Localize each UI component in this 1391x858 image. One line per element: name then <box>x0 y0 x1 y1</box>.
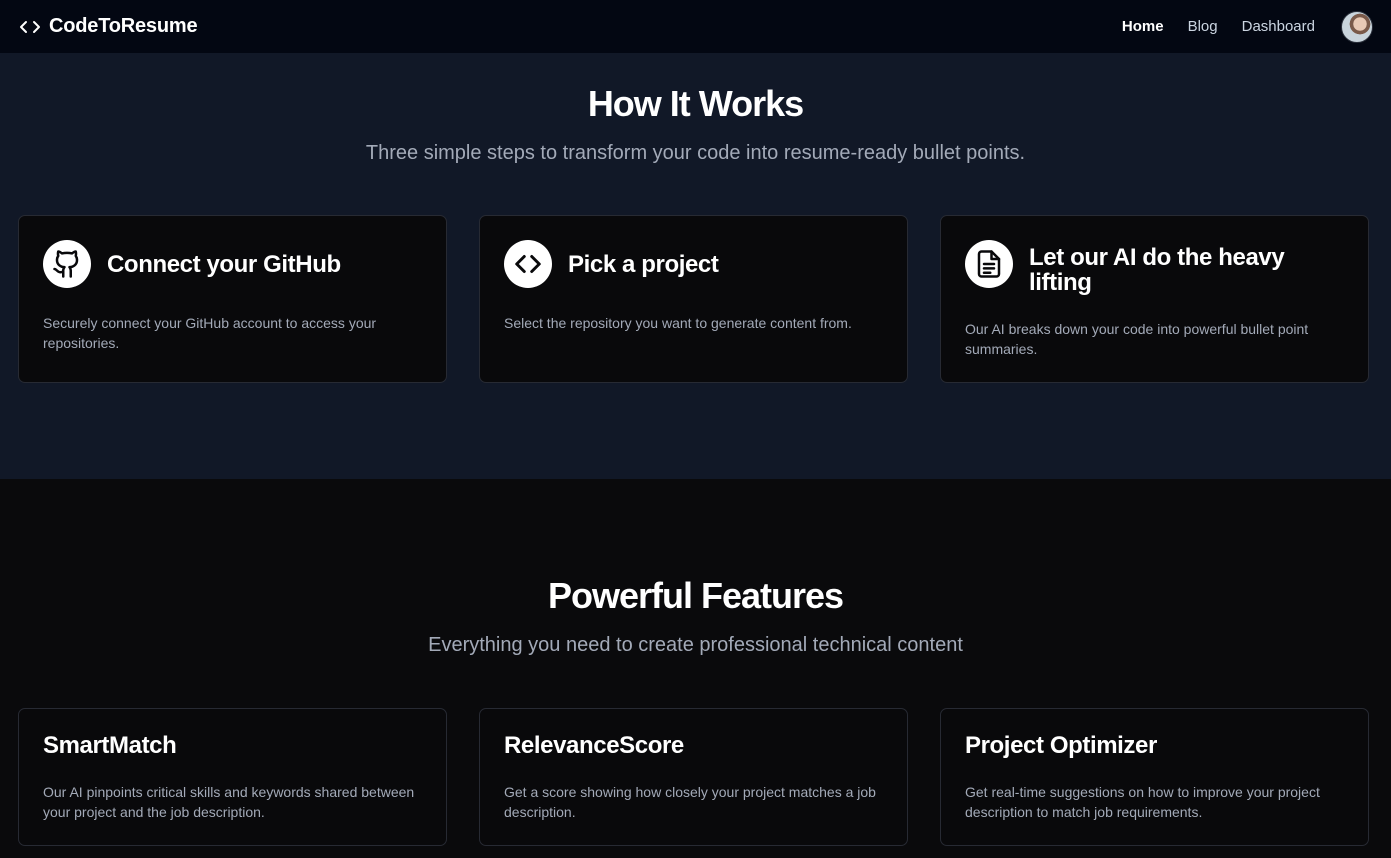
step-card-ai-heavy-lifting: Let our AI do the heavy lifting Our AI b… <box>940 215 1369 383</box>
document-icon <box>965 240 1013 288</box>
feature-title-project-optimizer: Project Optimizer <box>965 732 1157 759</box>
feature-card-relevancescore: RelevanceScore Get a score showing how c… <box>479 708 908 846</box>
nav-link-home[interactable]: Home <box>1122 18 1164 35</box>
feature-title-relevancescore: RelevanceScore <box>504 732 684 759</box>
main-nav: Home Blog Dashboard <box>1122 10 1373 43</box>
step-title-pick-project: Pick a project <box>568 251 719 278</box>
features-title: Powerful Features <box>547 575 844 616</box>
how-it-works-section: How It Works Three simple steps to trans… <box>0 53 1391 479</box>
how-it-works-title: How It Works <box>587 83 804 124</box>
step-title-ai-heavy-lifting: Let our AI do the heavy lifting <box>1029 244 1285 296</box>
step-description-ai-heavy-lifting: Our AI breaks down your code into powerf… <box>965 321 1309 357</box>
feature-description-project-optimizer: Get real-time suggestions on how to impr… <box>965 784 1320 820</box>
code-brackets-icon <box>19 19 41 35</box>
nav-link-blog[interactable]: Blog <box>1188 18 1218 35</box>
step-title-connect-github: Connect your GitHub <box>107 251 341 278</box>
features-subtitle: Everything you need to create profession… <box>428 634 963 656</box>
feature-card-smartmatch: SmartMatch Our AI pinpoints critical ski… <box>18 708 447 846</box>
step-description-connect-github: Securely connect your GitHub account to … <box>43 315 377 351</box>
feature-title-smartmatch: SmartMatch <box>43 732 177 759</box>
step-card-connect-github: Connect your GitHub Securely connect you… <box>18 215 447 383</box>
brand-logo-link[interactable]: CodeToResume <box>19 15 198 38</box>
step-description-pick-project: Select the repository you want to genera… <box>504 315 852 331</box>
brand-name: CodeToResume <box>49 15 198 37</box>
code-icon <box>504 240 552 288</box>
step-card-pick-project: Pick a project Select the repository you… <box>479 215 908 383</box>
feature-description-smartmatch: Our AI pinpoints critical skills and key… <box>43 784 415 820</box>
feature-description-relevancescore: Get a score showing how closely your pro… <box>504 784 876 820</box>
powerful-features-section: Powerful Features Everything you need to… <box>0 479 1391 858</box>
feature-card-project-optimizer: Project Optimizer Get real-time suggesti… <box>940 708 1369 846</box>
top-navigation-bar: CodeToResume Home Blog Dashboard <box>0 0 1391 53</box>
nav-link-dashboard[interactable]: Dashboard <box>1242 18 1315 35</box>
how-it-works-subtitle: Three simple steps to transform your cod… <box>365 142 1026 164</box>
github-icon <box>43 240 91 288</box>
user-avatar[interactable] <box>1341 10 1373 43</box>
